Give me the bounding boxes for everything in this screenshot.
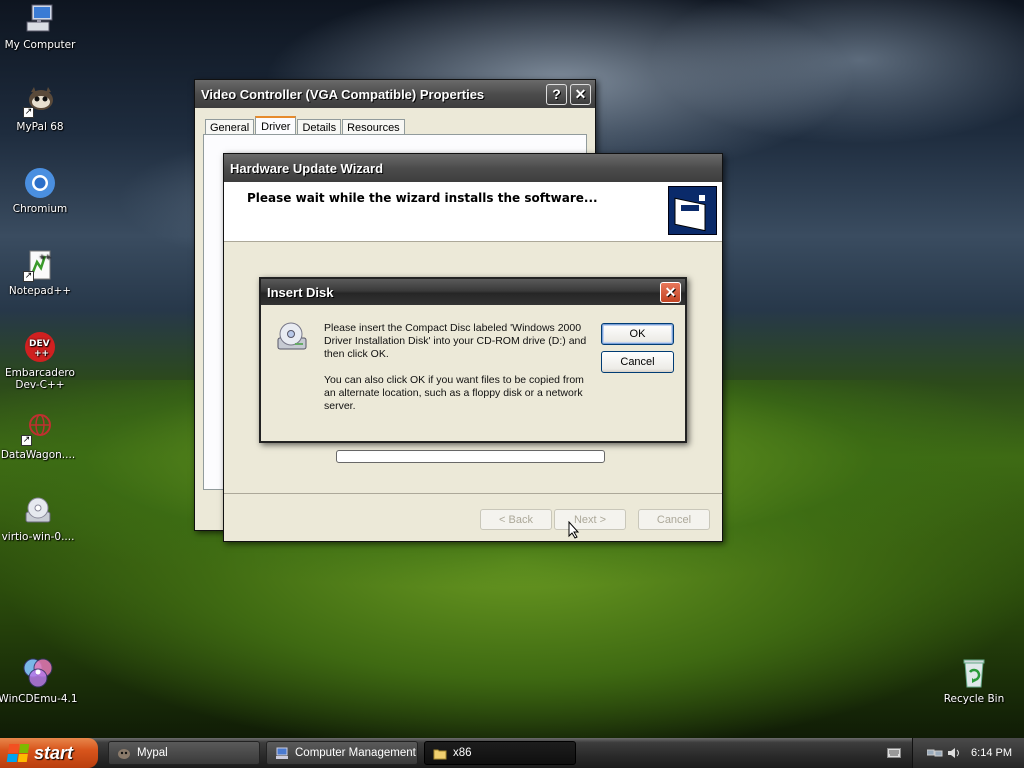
start-label: start bbox=[34, 742, 74, 763]
system-tray: 6:14 PM bbox=[912, 738, 1024, 768]
taskbar: start Mypal Computer Management x86 6:14… bbox=[0, 738, 1024, 768]
desktop-icon-label: Chromium bbox=[12, 203, 68, 215]
wizard-divider bbox=[224, 493, 722, 494]
start-button[interactable]: start bbox=[0, 738, 98, 768]
taskbar-item-label: x86 bbox=[453, 747, 472, 759]
desktop-icon-recycle-bin[interactable]: Recycle Bin bbox=[934, 656, 1014, 705]
disc-image-icon bbox=[21, 494, 55, 528]
mypal-icon bbox=[118, 748, 130, 759]
next-button[interactable]: Next > bbox=[554, 509, 626, 530]
desktop-icon-datawagon[interactable]: ↗ DataWagon.... bbox=[0, 412, 78, 461]
desktop-icon-chromium[interactable]: Chromium bbox=[0, 166, 80, 215]
desktop-icon-label: Embarcadero Dev-C++ bbox=[5, 367, 75, 391]
properties-title: Video Controller (VGA Compatible) Proper… bbox=[201, 86, 485, 102]
desktop-icon-label: Recycle Bin bbox=[943, 693, 1005, 705]
desktop-icon-label: DataWagon.... bbox=[0, 449, 76, 461]
computer-management-icon bbox=[276, 747, 288, 759]
wincdemu-icon bbox=[21, 656, 55, 690]
desktop-icon-label: MyPal 68 bbox=[16, 121, 64, 133]
insert-disk-message-2: You can also click OK if you want files … bbox=[324, 374, 584, 412]
taskbar-item-mypal[interactable]: Mypal bbox=[108, 741, 260, 765]
mypal-icon: ↗ bbox=[23, 84, 57, 118]
volume-icon[interactable] bbox=[947, 747, 961, 759]
desktop-icon-mypal[interactable]: ↗ MyPal 68 bbox=[0, 84, 80, 133]
mouse-cursor bbox=[568, 520, 580, 539]
wizard-title: Hardware Update Wizard bbox=[230, 160, 384, 176]
svg-text:DEV: DEV bbox=[29, 339, 50, 349]
clock[interactable]: 6:14 PM bbox=[971, 747, 1012, 759]
computer-icon bbox=[23, 2, 57, 36]
datawagon-icon: ↗ bbox=[21, 412, 55, 446]
network-icon[interactable] bbox=[926, 747, 943, 759]
taskbar-item-computer-management[interactable]: Computer Management bbox=[266, 741, 418, 765]
shortcut-arrow-icon: ↗ bbox=[21, 435, 32, 446]
install-progress-bar bbox=[336, 450, 605, 463]
cd-drive-icon bbox=[275, 319, 309, 353]
wizard-titlebar[interactable]: Hardware Update Wizard bbox=[224, 154, 722, 182]
desktop-icon-wincdemu[interactable]: WinCDEmu-4.1 bbox=[0, 656, 78, 705]
insert-disk-close-button[interactable]: ✕ bbox=[660, 281, 681, 303]
insert-disk-message-1: Please insert the Compact Disc labeled '… bbox=[324, 322, 587, 360]
help-button[interactable]: ? bbox=[546, 83, 567, 105]
desktop-icon-label: WinCDEmu-4.1 bbox=[0, 693, 78, 705]
ok-button[interactable]: OK bbox=[601, 323, 674, 345]
desktop-icon-devcpp[interactable]: DEV ++ Embarcadero Dev-C++ bbox=[0, 330, 80, 391]
properties-tab-strip: General Driver Details Resources bbox=[205, 115, 405, 137]
insert-disk-title: Insert Disk bbox=[267, 284, 334, 300]
svg-text:++: ++ bbox=[34, 349, 49, 359]
folder-icon bbox=[433, 749, 447, 759]
devcpp-icon: DEV ++ bbox=[23, 330, 57, 364]
desktop-icon-label: virtio-win-0.... bbox=[1, 531, 75, 543]
windows-flag-icon bbox=[6, 744, 30, 762]
keyboard-tray-icon[interactable] bbox=[876, 748, 912, 758]
taskbar-item-x86[interactable]: x86 bbox=[424, 741, 576, 765]
wizard-cancel-button[interactable]: Cancel bbox=[638, 509, 710, 530]
desktop-icon-label: Notepad++ bbox=[8, 285, 72, 297]
insert-disk-dialog[interactable]: Insert Disk ✕ Please insert the Compact … bbox=[259, 277, 687, 443]
svg-text:++: ++ bbox=[39, 253, 51, 261]
properties-titlebar[interactable]: Video Controller (VGA Compatible) Proper… bbox=[195, 80, 595, 108]
desktop-icon-virtio-win[interactable]: virtio-win-0.... bbox=[0, 494, 78, 543]
insert-disk-titlebar[interactable]: Insert Disk ✕ bbox=[261, 279, 685, 305]
insert-disk-message: Please insert the Compact Disc labeled '… bbox=[324, 322, 594, 413]
desktop-icon-notepad-plus-plus[interactable]: ++ ↗ Notepad++ bbox=[0, 248, 80, 297]
wizard-header: Please wait while the wizard installs th… bbox=[224, 182, 722, 242]
back-button[interactable]: < Back bbox=[480, 509, 552, 530]
taskbar-item-label: Mypal bbox=[137, 747, 168, 759]
shortcut-arrow-icon: ↗ bbox=[23, 271, 34, 282]
recycle-bin-icon bbox=[957, 656, 991, 690]
desktop-icon-my-computer[interactable]: My Computer bbox=[0, 2, 80, 51]
properties-close-button[interactable]: ✕ bbox=[570, 83, 591, 105]
insert-disk-cancel-button[interactable]: Cancel bbox=[601, 351, 674, 373]
wizard-heading: Please wait while the wizard installs th… bbox=[247, 191, 598, 205]
notepad-plus-plus-icon: ++ ↗ bbox=[23, 248, 57, 282]
shortcut-arrow-icon: ↗ bbox=[23, 107, 34, 118]
hardware-icon bbox=[668, 186, 717, 235]
taskbar-item-label: Computer Management bbox=[295, 747, 416, 759]
chromium-icon bbox=[23, 166, 57, 200]
desktop-icon-label: My Computer bbox=[4, 39, 76, 51]
